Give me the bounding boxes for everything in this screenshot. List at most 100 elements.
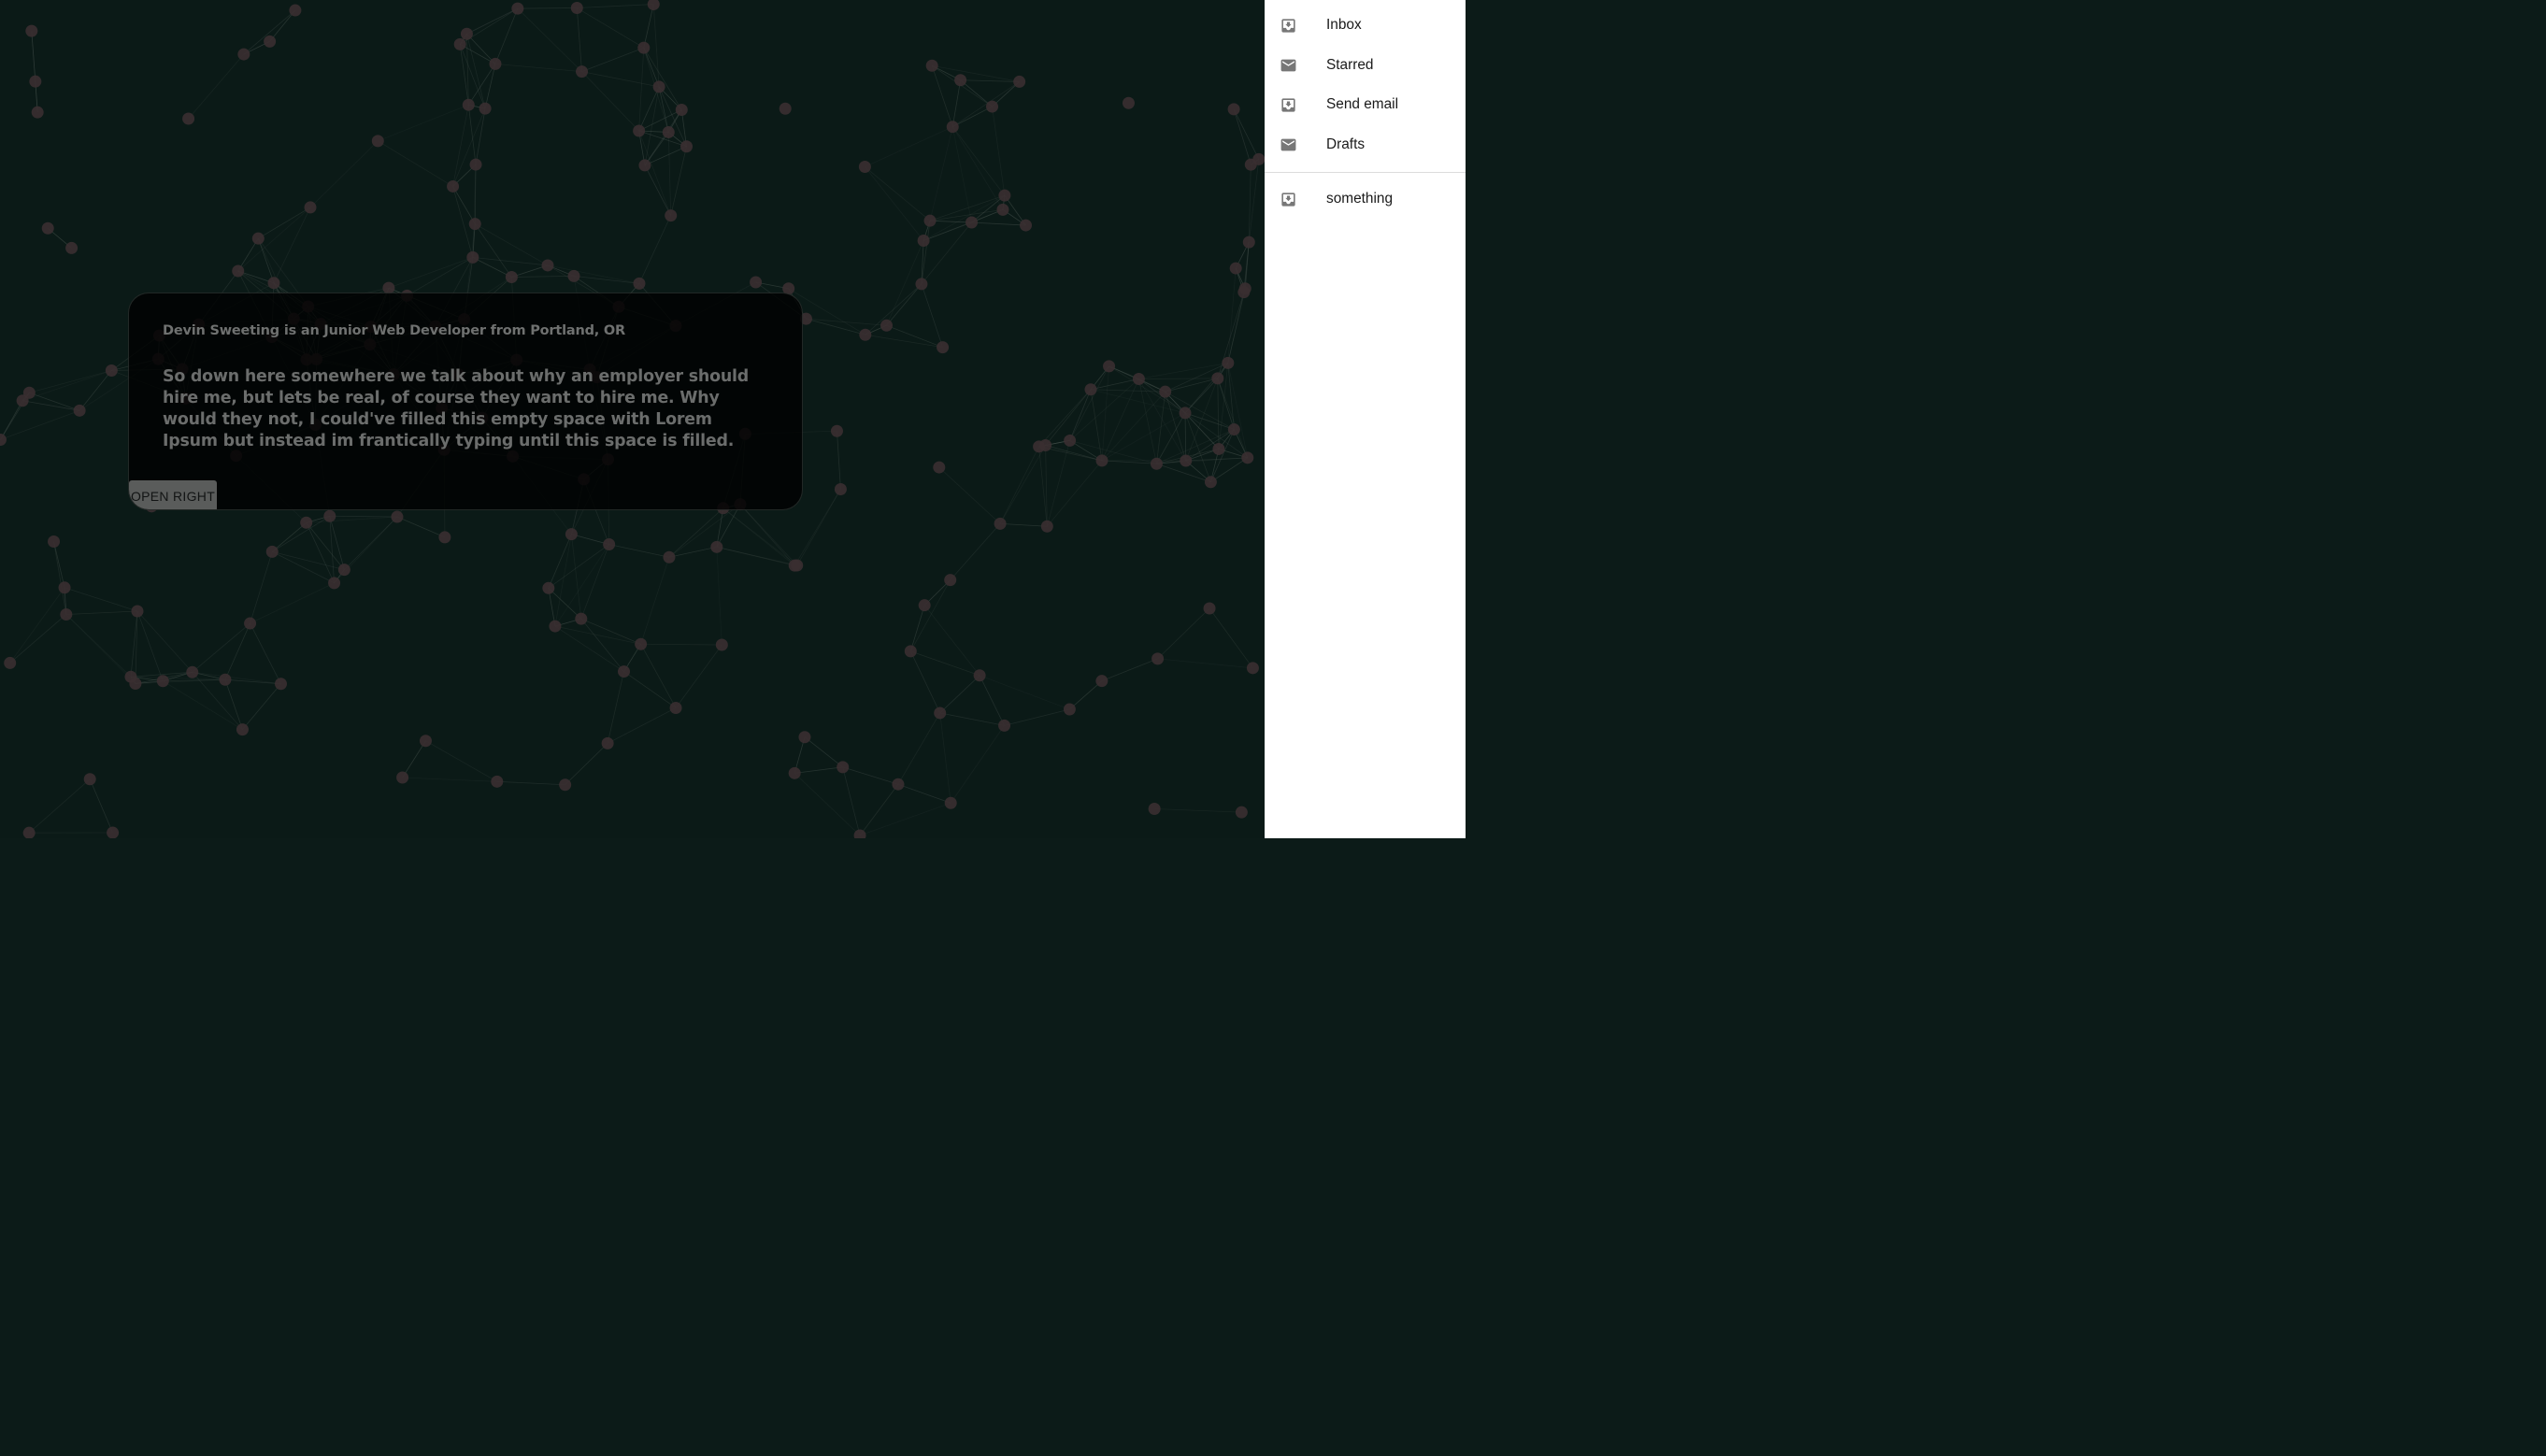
network-node — [1063, 703, 1076, 716]
network-link — [971, 221, 1026, 226]
network-link — [192, 622, 250, 673]
network-node — [264, 35, 277, 48]
drawer-item-starred[interactable]: Starred — [1265, 46, 1466, 86]
network-link — [580, 544, 610, 620]
network-node — [1103, 360, 1116, 373]
network-node — [710, 540, 723, 553]
network-node — [491, 775, 504, 788]
card-title: Devin Sweeting is an Junior Web Develope… — [163, 323, 625, 338]
network-link — [466, 33, 496, 64]
network-node — [853, 829, 866, 838]
drawer-item-send-email[interactable]: Send email — [1265, 85, 1466, 125]
network-node — [244, 617, 257, 630]
network-link — [1184, 412, 1187, 462]
network-link — [644, 164, 672, 216]
network-node — [637, 41, 651, 54]
network-node — [633, 277, 646, 290]
network-node — [1122, 96, 1135, 109]
network-node — [1246, 662, 1259, 675]
network-node — [937, 341, 950, 354]
network-link — [1000, 522, 1048, 527]
network-node — [675, 104, 688, 117]
network-node — [542, 581, 555, 594]
network-node — [946, 121, 959, 134]
network-link — [224, 679, 243, 730]
network-link — [1156, 412, 1186, 464]
network-node — [29, 75, 42, 88]
network-link — [951, 126, 972, 223]
network-link — [407, 257, 474, 296]
network-link — [1101, 460, 1157, 464]
network-node — [438, 531, 451, 544]
network-link — [1069, 365, 1109, 441]
network-link — [931, 64, 993, 107]
network-node — [265, 545, 279, 558]
network-node — [107, 826, 120, 838]
network-link — [1138, 378, 1218, 379]
network-node — [1229, 262, 1242, 275]
network-node — [236, 723, 249, 736]
network-link — [1157, 658, 1253, 669]
network-link — [329, 516, 345, 570]
network-node — [680, 140, 694, 153]
network-node — [635, 637, 648, 650]
network-node — [131, 605, 144, 618]
network-link — [640, 557, 670, 645]
network-link — [1156, 463, 1211, 483]
network-link — [638, 48, 645, 132]
network-node — [788, 766, 801, 779]
network-node — [1148, 803, 1161, 816]
network-link — [475, 108, 486, 165]
network-link — [329, 515, 397, 518]
network-link — [511, 275, 575, 278]
network-node — [289, 4, 302, 17]
drawer-item-label: Drafts — [1326, 136, 1366, 152]
network-link — [250, 622, 281, 684]
drawer-item-something[interactable]: something — [1265, 179, 1466, 220]
network-link — [939, 712, 1005, 726]
network-node — [219, 673, 232, 686]
network-link — [921, 283, 943, 348]
network-link — [192, 671, 281, 685]
network-link — [273, 207, 311, 283]
drawer-item-drafts[interactable]: Drafts — [1265, 125, 1466, 165]
network-link — [64, 587, 138, 612]
network-node — [300, 516, 313, 529]
network-link — [425, 740, 497, 782]
network-node — [998, 719, 1011, 732]
network-node — [1227, 103, 1240, 116]
network-node — [41, 221, 54, 235]
network-link — [999, 446, 1039, 524]
network-node — [541, 259, 554, 272]
network-link — [909, 605, 925, 652]
drawer-item-inbox[interactable]: Inbox — [1265, 6, 1466, 46]
network-node — [830, 424, 843, 437]
network-link — [1217, 378, 1220, 450]
network-node — [505, 271, 518, 284]
network-link — [716, 547, 722, 646]
network-link — [580, 618, 624, 672]
network-node — [575, 612, 588, 625]
network-node — [779, 102, 792, 115]
network-link — [466, 7, 519, 35]
network-node — [917, 234, 930, 247]
network-node — [396, 771, 409, 784]
network-node — [251, 232, 265, 245]
network-node — [904, 645, 917, 658]
network-node — [986, 100, 999, 113]
network-link — [554, 625, 624, 672]
network-link — [675, 644, 722, 708]
network-node — [954, 74, 967, 87]
network-link — [667, 132, 672, 216]
network-node — [31, 106, 44, 119]
network-link — [21, 370, 112, 402]
network-link — [643, 47, 682, 110]
open-right-button[interactable]: OPEN RIGHT — [129, 480, 217, 509]
network-link — [466, 34, 486, 109]
network-node — [933, 461, 946, 474]
network-node — [834, 482, 847, 495]
network-node — [1084, 383, 1097, 396]
network-node — [1095, 454, 1109, 467]
network-link — [865, 126, 953, 167]
network-link — [581, 71, 660, 88]
